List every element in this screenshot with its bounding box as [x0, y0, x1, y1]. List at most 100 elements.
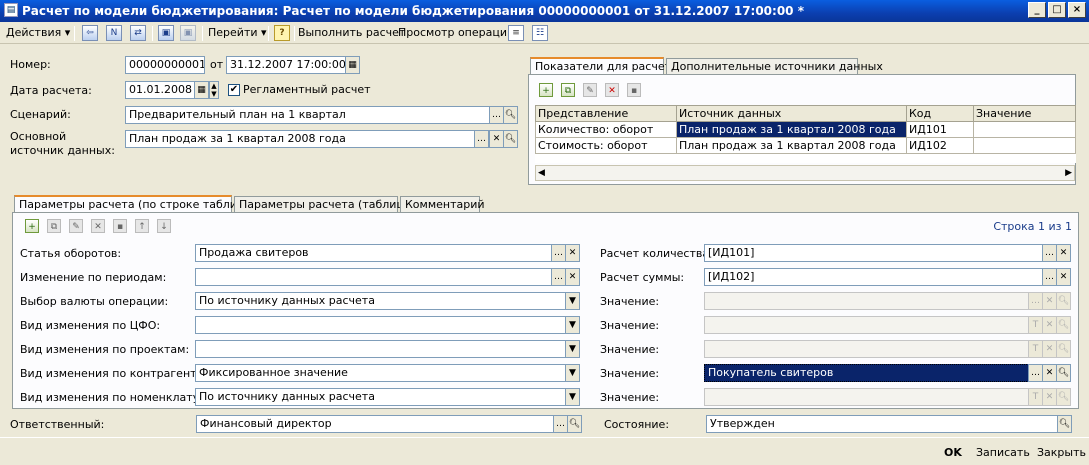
calendar-icon[interactable]: ▦	[194, 81, 209, 99]
select-button[interactable]: …	[1028, 292, 1043, 310]
end-edit-icon[interactable]: ▪	[627, 83, 641, 97]
number-field[interactable]: 00000000001	[125, 56, 205, 74]
edit-row-icon[interactable]: ✎	[69, 219, 83, 233]
column-header[interactable]: Значение	[973, 105, 1076, 122]
table-row[interactable]: Стоимость: оборот План продаж за 1 кварт…	[535, 137, 1076, 154]
calendar-icon[interactable]: ▦	[345, 56, 360, 74]
actions-menu[interactable]: Действия ▾	[6, 25, 70, 41]
open-icon[interactable]: 🔍︎	[1057, 415, 1072, 433]
quantity-calc-field[interactable]: [ИД101]	[704, 244, 1043, 262]
clear-icon[interactable]: ✕	[1056, 244, 1071, 262]
back-arrow-icon[interactable]: ⇦	[82, 25, 98, 41]
move-up-icon[interactable]: ↑	[135, 219, 149, 233]
chevron-down-icon[interactable]: ▼	[565, 340, 580, 358]
date-field[interactable]: 31.12.2007 17:00:00	[226, 56, 346, 74]
period-change-field[interactable]	[195, 268, 552, 286]
table-cell[interactable]	[973, 137, 1076, 154]
table-cell[interactable]: Стоимость: оборот	[535, 137, 677, 154]
reglament-checkbox[interactable]: ✔	[228, 84, 240, 96]
date-spinner[interactable]: ▲ ▼	[209, 81, 219, 99]
view-operations-button[interactable]: Просмотр операций	[398, 25, 514, 41]
delete-row-icon[interactable]: ✕	[605, 83, 619, 97]
structure-icon[interactable]: N	[106, 25, 122, 41]
column-header[interactable]: Источник данных	[676, 105, 907, 122]
open-icon[interactable]: 🔍︎	[503, 130, 518, 148]
responsible-field[interactable]: Финансовый директор	[196, 415, 554, 433]
table-cell[interactable]: ИД101	[906, 121, 974, 138]
sum-calc-field[interactable]: [ИД102]	[704, 268, 1043, 286]
table-cell[interactable]	[973, 121, 1076, 138]
source-field[interactable]: План продаж за 1 квартал 2008 года	[125, 130, 475, 148]
list-icon[interactable]: ≡	[508, 25, 524, 41]
state-field[interactable]: Утвержден	[706, 415, 1058, 433]
settings-list-icon[interactable]: ☷	[532, 25, 548, 41]
copy-row-icon[interactable]: ⧉	[47, 219, 61, 233]
select-button[interactable]: …	[553, 415, 568, 433]
type-icon[interactable]: T	[1028, 388, 1043, 406]
chevron-down-icon[interactable]: ▼	[565, 364, 580, 382]
value-field[interactable]	[704, 316, 1029, 334]
nomenclature-select[interactable]: По источнику данных расчета	[195, 388, 567, 406]
clear-icon[interactable]: ✕	[1042, 388, 1057, 406]
refresh-icon[interactable]: ⇄	[130, 25, 146, 41]
minimize-button[interactable]: _	[1028, 2, 1046, 18]
move-down-icon[interactable]: ↓	[157, 219, 171, 233]
clear-icon[interactable]: ✕	[1042, 364, 1057, 382]
clear-icon[interactable]: ✕	[565, 244, 580, 262]
scroll-right-icon[interactable]: ▶	[1065, 166, 1072, 180]
projects-select[interactable]	[195, 340, 567, 358]
select-button[interactable]: …	[551, 244, 566, 262]
table-cell[interactable]: План продаж за 1 квартал 2008 года	[676, 137, 907, 154]
save-button[interactable]: Записать	[976, 446, 1030, 459]
open-icon[interactable]: 🔍︎	[503, 106, 518, 124]
chevron-down-icon[interactable]: ▼	[565, 316, 580, 334]
table-row[interactable]: Количество: оборот План продаж за 1 квар…	[535, 121, 1076, 138]
horizontal-scrollbar[interactable]: ◀ ▶	[535, 165, 1075, 181]
counterparty-value-field[interactable]: Покупатель свитеров	[704, 364, 1029, 382]
counterparty-select[interactable]: Фиксированное значение	[195, 364, 567, 382]
add-row-icon[interactable]: +	[25, 219, 39, 233]
clear-icon[interactable]: ✕	[1042, 292, 1057, 310]
copy-row-icon[interactable]: ⧉	[561, 83, 575, 97]
clear-icon[interactable]: ✕	[1042, 316, 1057, 334]
clear-icon[interactable]: ✕	[565, 268, 580, 286]
open-icon[interactable]: 🔍︎	[1056, 316, 1071, 334]
scenario-field[interactable]: Предварительный план на 1 квартал	[125, 106, 490, 124]
select-button[interactable]: …	[1042, 268, 1057, 286]
open-icon[interactable]: 🔍︎	[1056, 388, 1071, 406]
clear-icon[interactable]: ✕	[1042, 340, 1057, 358]
run-calculation-button[interactable]: Выполнить расчет	[298, 25, 405, 41]
value-field[interactable]	[704, 388, 1029, 406]
scroll-left-icon[interactable]: ◀	[538, 166, 545, 180]
value-field[interactable]	[704, 292, 1029, 310]
ok-button[interactable]: OK	[944, 446, 962, 459]
add-row-icon[interactable]: +	[539, 83, 553, 97]
currency-select[interactable]: По источнику данных расчета	[195, 292, 567, 310]
post-document-icon[interactable]: ▣	[158, 25, 174, 41]
cfo-select[interactable]	[195, 316, 567, 334]
delete-row-icon[interactable]: ✕	[91, 219, 105, 233]
table-cell[interactable]: ИД102	[906, 137, 974, 154]
value-field[interactable]	[704, 340, 1029, 358]
maximize-button[interactable]: □	[1048, 2, 1066, 18]
clear-icon[interactable]: ✕	[489, 130, 504, 148]
chevron-down-icon[interactable]: ▼	[565, 388, 580, 406]
type-icon[interactable]: T	[1028, 340, 1043, 358]
open-icon[interactable]: 🔍︎	[1056, 364, 1071, 382]
select-button[interactable]: …	[1028, 364, 1043, 382]
edit-row-icon[interactable]: ✎	[583, 83, 597, 97]
open-icon[interactable]: 🔍︎	[1056, 340, 1071, 358]
column-header[interactable]: Код	[906, 105, 974, 122]
select-button[interactable]: …	[489, 106, 504, 124]
unpost-document-icon[interactable]: ▣	[180, 25, 196, 41]
table-cell[interactable]: Количество: оборот	[535, 121, 677, 138]
goto-menu[interactable]: Перейти ▾	[208, 25, 267, 41]
calc-date-field[interactable]: 01.01.2008	[125, 81, 195, 99]
select-button[interactable]: …	[551, 268, 566, 286]
type-icon[interactable]: T	[1028, 316, 1043, 334]
open-icon[interactable]: 🔍︎	[567, 415, 582, 433]
turnover-item-field[interactable]: Продажа свитеров	[195, 244, 552, 262]
column-header[interactable]: Представление	[535, 105, 677, 122]
table-cell[interactable]: План продаж за 1 квартал 2008 года	[676, 121, 907, 138]
chevron-down-icon[interactable]: ▼	[565, 292, 580, 310]
